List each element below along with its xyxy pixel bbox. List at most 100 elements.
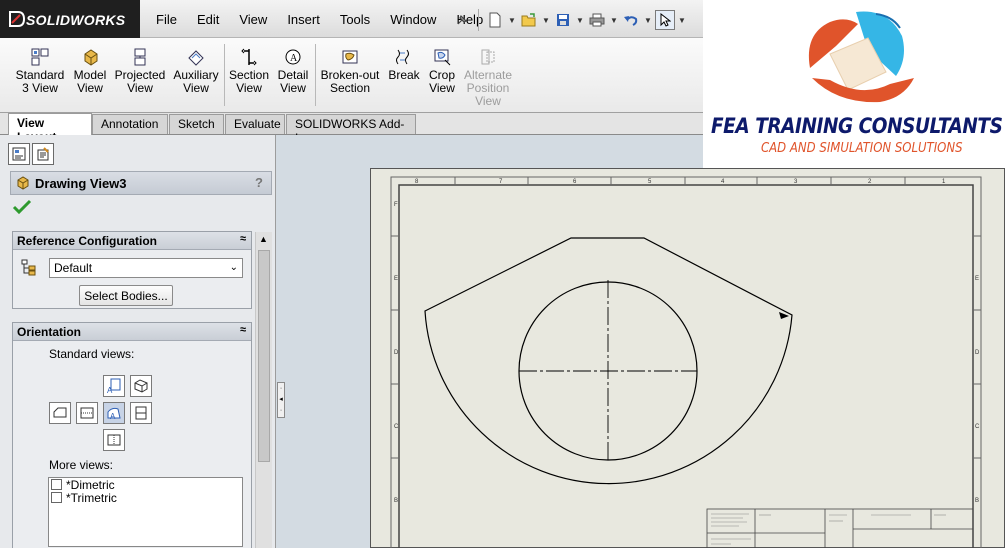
select-dropdown-icon[interactable]: ▼ xyxy=(678,10,686,30)
menu-view[interactable]: View xyxy=(229,12,277,27)
right-view-icon[interactable] xyxy=(130,402,152,424)
standard-views-label: Standard views: xyxy=(49,347,135,361)
save-dropdown-icon[interactable]: ▼ xyxy=(576,10,584,30)
command-separator xyxy=(315,44,316,106)
select-cursor-icon[interactable] xyxy=(655,10,675,30)
zone-label: B xyxy=(394,498,398,504)
tab-view-layout[interactable]: View Layout xyxy=(8,113,92,144)
tab-annotation[interactable]: Annotation xyxy=(92,114,168,134)
menu-insert[interactable]: Insert xyxy=(277,12,330,27)
open-dropdown-icon[interactable]: ▼ xyxy=(542,10,550,30)
scroll-up-icon[interactable]: ▲ xyxy=(259,234,268,244)
zone-label: E xyxy=(975,276,979,282)
zone-label: 6 xyxy=(573,179,577,185)
tab-solidworks-add-ins[interactable]: SOLIDWORKS Add-Ins xyxy=(286,114,416,145)
svg-text:A: A xyxy=(107,386,113,394)
dimetric-checkbox[interactable] xyxy=(51,479,62,490)
zone-label: 1 xyxy=(942,179,946,185)
top-view-icon[interactable] xyxy=(76,402,98,424)
new-document-icon[interactable] xyxy=(485,10,505,30)
print-dropdown-icon[interactable]: ▼ xyxy=(610,10,618,30)
bottom-view-icon[interactable] xyxy=(103,429,125,451)
isometric-view-icon[interactable] xyxy=(130,375,152,397)
svg-text:A: A xyxy=(110,412,116,421)
zone-label: 7 xyxy=(499,179,503,185)
list-item[interactable]: *Trimetric xyxy=(51,491,242,505)
menu-window[interactable]: Window xyxy=(380,12,446,27)
feature-manager-icon[interactable] xyxy=(8,143,30,165)
panel-collapse-handle[interactable]: · ◂ · xyxy=(277,382,285,418)
more-views-list: *Dimetric *Trimetric xyxy=(48,477,243,547)
zone-label: 5 xyxy=(648,179,652,185)
fea-logo-mark-icon xyxy=(808,11,914,103)
property-manager-icon[interactable] xyxy=(32,143,54,165)
scrollbar-thumb[interactable] xyxy=(258,250,270,462)
configuration-icon xyxy=(21,259,39,280)
zone-label: 3 xyxy=(794,179,798,185)
list-item[interactable]: *Dimetric xyxy=(51,478,242,492)
command-manager-tabs: View Layout Annotation Sketch Evaluate S… xyxy=(0,113,703,145)
tab-evaluate[interactable]: Evaluate xyxy=(225,114,285,134)
undo-icon[interactable] xyxy=(621,10,641,30)
crop-view-button[interactable]: Crop View xyxy=(425,48,459,95)
command-separator xyxy=(224,44,225,106)
reference-configuration-group: Reference Configuration ≈ Default ⌄ Sele… xyxy=(12,231,252,309)
alternate-position-view-button[interactable]: Alternate Position View xyxy=(460,48,516,108)
pin-icon[interactable] xyxy=(452,10,472,30)
broken-out-section-button[interactable]: Broken-out Section xyxy=(318,48,382,95)
front-view-icon[interactable]: A xyxy=(103,375,125,397)
open-folder-icon[interactable] xyxy=(519,10,539,30)
standard-3-view-button[interactable]: Standard 3 View xyxy=(15,48,65,95)
logo-tagline: CAD AND SIMULATION SOLUTIONS xyxy=(761,141,963,156)
alternate-position-view-icon xyxy=(481,49,495,65)
toolbar-separator xyxy=(478,9,479,31)
drawing-view-icon xyxy=(17,176,29,190)
zone-label: C xyxy=(394,424,399,430)
more-views-label: More views: xyxy=(49,458,114,472)
section-view-button[interactable]: Section View xyxy=(229,48,269,95)
zone-label: 8 xyxy=(415,179,419,185)
configuration-select[interactable]: Default ⌄ xyxy=(49,258,243,278)
quick-access-toolbar: ▼ ▼ ▼ ▼ ▼ ▼ xyxy=(452,8,686,32)
new-dropdown-icon[interactable]: ▼ xyxy=(508,10,516,30)
break-icon xyxy=(396,49,409,65)
fea-training-logo: FEA TRAINING CONSULTANTS INC. CAD AND SI… xyxy=(703,0,1005,168)
projected-view-button[interactable]: Projected View xyxy=(112,48,168,95)
model-view-icon xyxy=(84,49,98,66)
orientation-header[interactable]: Orientation ≈ xyxy=(13,323,251,341)
print-icon[interactable] xyxy=(587,10,607,30)
tab-sketch[interactable]: Sketch xyxy=(169,114,224,134)
menu-tools[interactable]: Tools xyxy=(330,12,380,27)
svg-text:A: A xyxy=(290,53,298,64)
property-manager: Drawing View3 ? Reference Configuration … xyxy=(0,135,276,548)
command-manager: Standard 3 View Model View Projected Vie… xyxy=(0,38,703,113)
solidworks-logo[interactable]: SOLIDWORKS xyxy=(0,0,140,38)
orientation-group: Orientation ≈ Standard views: A A More v… xyxy=(12,322,252,548)
drawing-sheet[interactable]: 8 7 6 5 4 3 2 1 F E D C B E D C B xyxy=(370,168,1005,548)
menu-edit[interactable]: Edit xyxy=(187,12,229,27)
collapse-icon[interactable]: ≈ xyxy=(240,324,246,336)
model-view-button[interactable]: Model View xyxy=(70,48,110,95)
select-bodies-button[interactable]: Select Bodies... xyxy=(79,285,173,306)
property-manager-scrollbar[interactable]: ▲ xyxy=(255,232,272,548)
help-icon[interactable]: ? xyxy=(255,175,263,190)
save-icon[interactable] xyxy=(553,10,573,30)
ds-logo-icon xyxy=(9,11,26,27)
auxiliary-view-button[interactable]: Auxiliary View xyxy=(172,48,220,95)
trimetric-checkbox[interactable] xyxy=(51,492,62,503)
detail-view-button[interactable]: A Detail View xyxy=(274,48,312,95)
collapse-icon[interactable]: ≈ xyxy=(240,233,246,245)
section-view-icon xyxy=(241,48,257,66)
standard-3-view-icon xyxy=(31,48,49,66)
page-title: Drawing View3 xyxy=(35,175,127,191)
manager-tabs xyxy=(8,143,54,165)
ok-checkmark-icon[interactable] xyxy=(12,199,32,218)
title-bar: SOLIDWORKS File Edit View Insert Tools W… xyxy=(0,0,703,38)
left-view-icon[interactable] xyxy=(49,402,71,424)
property-manager-title: Drawing View3 ? xyxy=(10,171,272,195)
undo-dropdown-icon[interactable]: ▼ xyxy=(644,10,652,30)
reference-configuration-header[interactable]: Reference Configuration ≈ xyxy=(13,232,251,250)
current-view-icon[interactable]: A xyxy=(103,402,125,424)
menu-file[interactable]: File xyxy=(146,12,187,27)
break-button[interactable]: Break xyxy=(386,48,422,82)
